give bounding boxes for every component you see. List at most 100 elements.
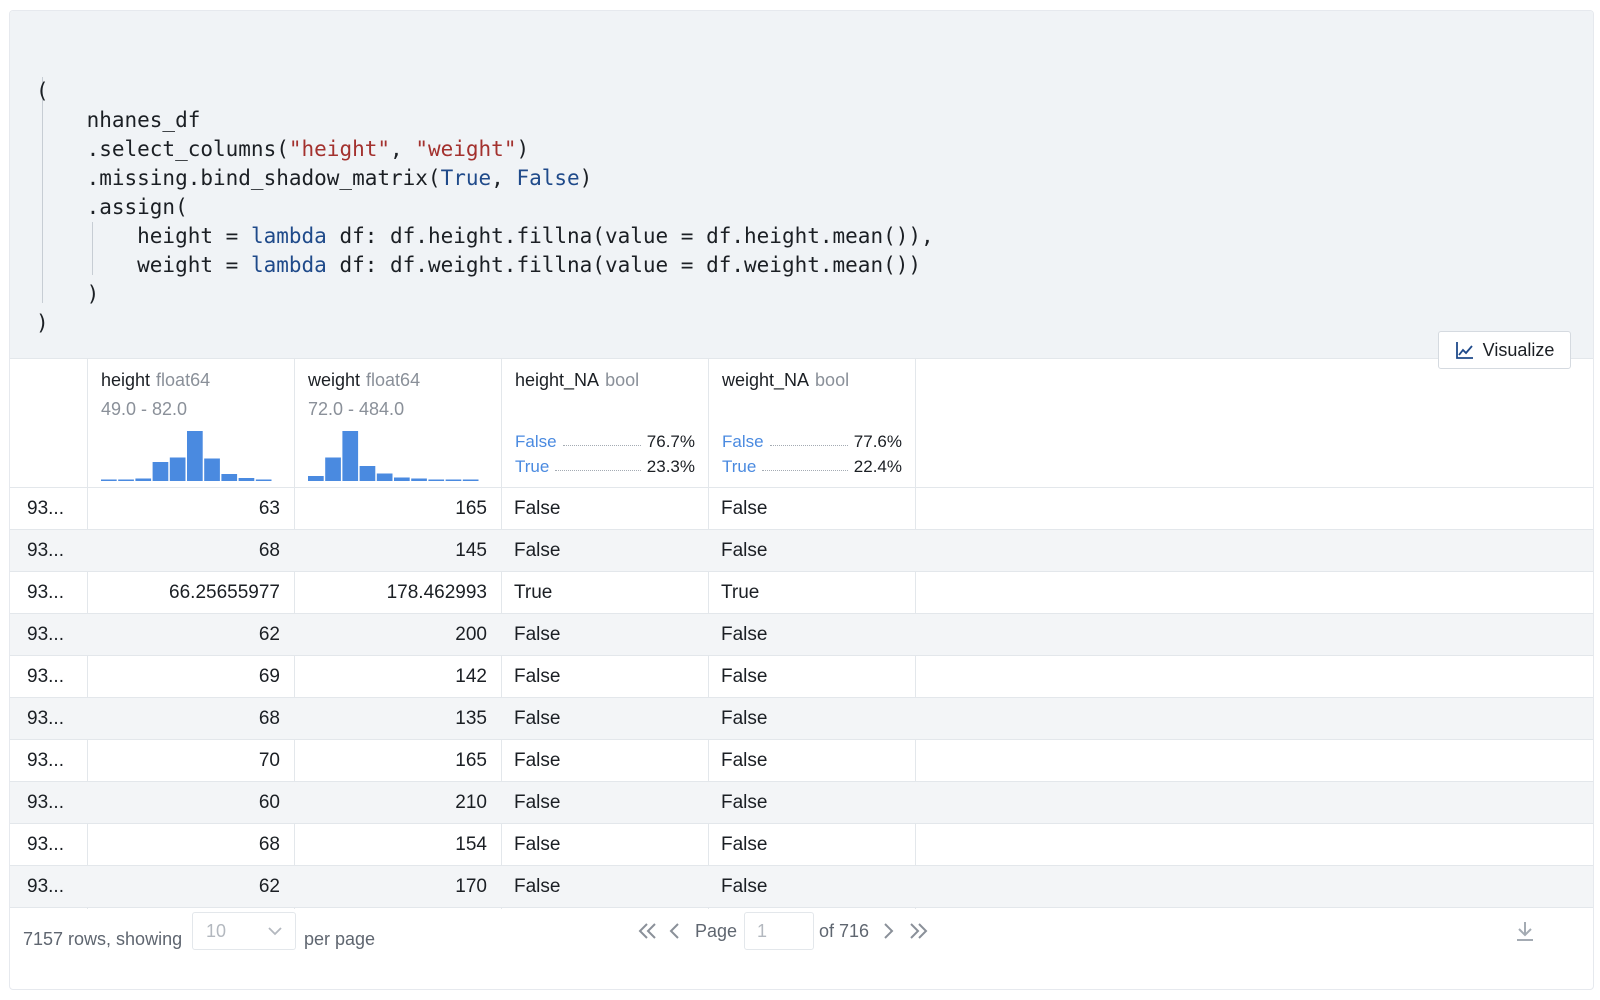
column-header-height-na[interactable]: height_NA bool False 76.7% True 23.3% xyxy=(501,359,708,488)
bool-summary-false: False 77.6% xyxy=(722,432,902,451)
cell-height-na: False xyxy=(514,834,561,855)
cell-weight-na: False xyxy=(721,540,768,561)
prev-page-icon[interactable] xyxy=(668,912,682,950)
column-range: 72.0 - 484.0 xyxy=(308,399,405,419)
cell-height: 66.25655977 xyxy=(169,582,280,603)
cell-weight: 135 xyxy=(455,708,487,729)
table-row[interactable]: 93... 60 210 False False xyxy=(10,782,1593,824)
cell-weight-na: False xyxy=(721,498,768,519)
next-page-icon[interactable] xyxy=(881,912,895,950)
bool-summary-true: True 22.4% xyxy=(722,457,902,476)
column-name: weight_NA bool xyxy=(722,370,850,390)
histogram-bar xyxy=(152,462,169,481)
cell-height-na: False xyxy=(514,498,561,519)
code-line: .select_columns("height", "weight") xyxy=(36,137,530,161)
last-page-icon[interactable] xyxy=(907,912,929,950)
histogram-bar xyxy=(255,479,272,481)
histogram-bar xyxy=(221,474,238,481)
histogram-bar xyxy=(308,476,324,481)
download-icon[interactable] xyxy=(1515,920,1535,947)
column-dtype: bool xyxy=(605,370,640,390)
histogram-bar xyxy=(238,478,255,481)
cell-weight: 200 xyxy=(455,624,487,645)
code-line: weight = lambda df: df.weight.fillna(val… xyxy=(36,253,922,277)
code-line: ( xyxy=(36,79,49,103)
cell-weight: 145 xyxy=(455,540,487,561)
column-dtype: float64 xyxy=(156,370,211,390)
table-row[interactable]: 93... 68 135 False False xyxy=(10,698,1593,740)
cell-height-na: True xyxy=(514,582,553,603)
code-editor[interactable]: ( nhanes_df .select_columns("height", "w… xyxy=(10,11,1593,358)
column-header-height[interactable]: height float64 49.0 - 82.0 xyxy=(87,359,294,488)
notebook-cell: ( nhanes_df .select_columns("height", "w… xyxy=(9,10,1594,990)
cell-height: 68 xyxy=(258,708,280,729)
cell-weight-na: False xyxy=(721,750,768,771)
weight-histogram xyxy=(308,431,479,481)
table-row[interactable]: 93... 68 145 False False xyxy=(10,530,1593,572)
histogram-bar xyxy=(445,479,462,481)
cell-height: 68 xyxy=(258,540,280,561)
row-index: 93... xyxy=(27,582,64,603)
histogram-bar xyxy=(135,478,152,481)
row-index: 93... xyxy=(27,834,64,855)
histogram-bar xyxy=(101,479,117,481)
histogram-bar xyxy=(204,458,220,481)
column-dtype: float64 xyxy=(366,370,421,390)
table-header: height float64 49.0 - 82.0 weight float64 … xyxy=(10,359,1593,488)
histogram-bar xyxy=(376,473,393,481)
row-index: 93... xyxy=(27,708,64,729)
code-line: height = lambda df: df.height.fillna(val… xyxy=(36,224,934,248)
code-line: .assign( xyxy=(36,195,188,219)
row-index: 93... xyxy=(27,666,64,687)
cell-height-na: False xyxy=(514,792,561,813)
cell-height-na: False xyxy=(514,624,561,645)
code-line: ) xyxy=(36,282,100,306)
table-row[interactable]: 93... 63 165 False False xyxy=(10,488,1593,530)
histogram-bar xyxy=(428,479,445,481)
column-name: height float64 xyxy=(101,370,211,390)
histogram-bar xyxy=(411,478,427,481)
table-row[interactable]: 93... 62 200 False False xyxy=(10,614,1593,656)
first-page-icon[interactable] xyxy=(637,912,659,950)
column-header-weight-na[interactable]: weight_NA bool False 77.6% True 22.4% xyxy=(708,359,915,488)
bool-summary-false: False 76.7% xyxy=(515,432,695,451)
histogram-bar xyxy=(187,431,203,481)
bool-summary-true: True 23.3% xyxy=(515,457,695,476)
page-number-input[interactable]: 1 xyxy=(744,912,814,950)
cell-weight: 178.462993 xyxy=(386,582,487,603)
cell-height-na: False xyxy=(514,708,561,729)
table-row[interactable]: 93... 68 154 False False xyxy=(10,824,1593,866)
table-row[interactable]: 93... 66.25655977 178.462993 True True xyxy=(10,572,1593,614)
page-label: Page xyxy=(695,921,738,941)
cell-height: 60 xyxy=(258,792,280,813)
column-header-weight[interactable]: weight float64 72.0 - 484.0 xyxy=(294,359,501,488)
cell-height-na: False xyxy=(514,540,561,561)
cell-weight: 165 xyxy=(455,750,487,771)
visualize-label: Visualize xyxy=(1482,339,1555,360)
cell-weight-na: True xyxy=(721,582,760,603)
code-line: ) xyxy=(36,311,49,335)
cell-height-na: False xyxy=(514,666,561,687)
column-name: height_NA bool xyxy=(515,370,640,390)
histogram-bar xyxy=(325,457,341,481)
cell-weight-na: False xyxy=(721,624,768,645)
visualize-button[interactable]: Visualize xyxy=(1438,331,1571,369)
row-index: 93... xyxy=(27,624,64,645)
table-row[interactable]: 93... 70 165 False False xyxy=(10,740,1593,782)
cell-height: 63 xyxy=(258,498,280,519)
cell-weight: 142 xyxy=(455,666,487,687)
cell-height: 69 xyxy=(258,666,280,687)
histogram-bar xyxy=(394,477,410,481)
column-name: weight float64 xyxy=(308,370,421,390)
cell-height: 68 xyxy=(258,834,280,855)
table-row[interactable]: 93... 69 142 False False xyxy=(10,656,1593,698)
column-range: 49.0 - 82.0 xyxy=(101,399,188,419)
cell-weight-na: False xyxy=(721,708,768,729)
histogram-bar xyxy=(118,479,134,481)
cell-weight: 154 xyxy=(455,834,487,855)
histogram-bar xyxy=(169,457,186,481)
column-dtype: bool xyxy=(815,370,850,390)
row-index: 93... xyxy=(27,498,64,519)
row-index: 93... xyxy=(27,540,64,561)
page-size-select[interactable]: 10 xyxy=(192,912,296,950)
